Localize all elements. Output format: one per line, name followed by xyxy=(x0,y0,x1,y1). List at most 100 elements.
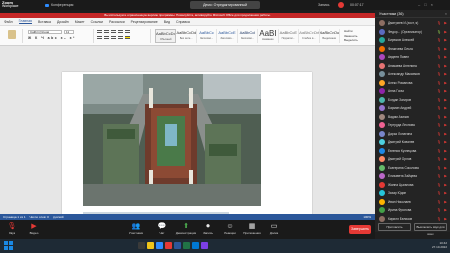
participant-row[interactable]: Вадим Азизов 🎙 ▶ xyxy=(375,113,450,122)
search-icon[interactable] xyxy=(138,242,145,249)
microphone-muted-icon[interactable]: 🎙 xyxy=(437,81,441,85)
participant-row[interactable]: Жанна Цыганова 🎙 ▶ xyxy=(375,181,450,190)
tab-view[interactable]: Вид xyxy=(164,20,170,24)
embedded-photo-aerial[interactable] xyxy=(83,74,261,206)
camera-off-icon[interactable]: ▶ xyxy=(444,174,447,178)
bullets-icon[interactable] xyxy=(97,30,102,33)
tab-help[interactable]: Справка xyxy=(176,20,190,24)
participants-button[interactable]: 👥 Участники xyxy=(124,222,148,235)
align-left-icon[interactable] xyxy=(97,36,102,39)
participant-row[interactable]: Дмитриев И.(хост, я) 🎙 ▶ xyxy=(375,19,450,28)
camera-off-icon[interactable]: ▶ xyxy=(444,132,447,136)
camera-off-icon[interactable]: ▶ xyxy=(444,38,447,42)
camera-off-icon[interactable]: ▶ xyxy=(444,166,447,170)
participant-row[interactable]: Дмитрий Ковалев 🎙 ▶ xyxy=(375,138,450,147)
align-center-icon[interactable] xyxy=(104,36,109,39)
microphone-muted-icon[interactable]: 🎙 xyxy=(437,98,441,102)
camera-off-icon[interactable]: ▶ xyxy=(444,64,447,68)
camera-off-icon[interactable]: ▶ xyxy=(444,183,447,187)
camera-off-icon[interactable]: ▶ xyxy=(444,98,447,102)
style-emphasis[interactable]: AaBbCcDd Выделение xyxy=(320,29,340,43)
microphone-muted-icon[interactable]: 🎙 xyxy=(437,64,441,68)
page-indicator[interactable]: Страница 1 из 1 xyxy=(3,215,26,219)
camera-off-icon[interactable]: ▶ xyxy=(444,200,447,204)
camera-off-icon[interactable]: ▶ xyxy=(444,217,447,221)
participant-row[interactable]: Богдан Загиров 🎙 ▶ xyxy=(375,96,450,105)
tab-review[interactable]: Рецензирование xyxy=(131,20,158,24)
numbering-icon[interactable] xyxy=(104,30,109,33)
microphone-muted-icon[interactable]: 🎙 xyxy=(437,217,441,221)
camera-off-icon[interactable]: ▶ xyxy=(444,106,447,110)
style-normal[interactable]: AaBbCcDd Обычный xyxy=(155,29,177,43)
style-subtitle[interactable]: AaBbCcE Подзагол... xyxy=(279,29,300,43)
audio-button[interactable]: 🎙 Звук xyxy=(0,222,24,235)
camera-off-icon[interactable]: ▶ xyxy=(444,149,447,153)
microphone-muted-icon[interactable]: 🎙 xyxy=(437,140,441,144)
style-subtle-emphasis[interactable]: AaBbCcDd Слабое в... xyxy=(299,29,320,43)
style-title[interactable]: AaBI Название xyxy=(258,29,279,43)
participant-row[interactable]: Елизавета Зайцева 🎙 ▶ xyxy=(375,172,450,181)
microphone-muted-icon[interactable]: 🎙 xyxy=(437,123,441,127)
microphone-muted-icon[interactable]: 🎙 xyxy=(437,38,441,42)
microphone-muted-icon[interactable]: 🎙 xyxy=(437,157,441,161)
mute-all-button[interactable]: Выключить звук для всех xyxy=(414,223,447,236)
paste-icon[interactable] xyxy=(8,30,16,39)
camera-off-icon[interactable]: ▶ xyxy=(444,191,447,195)
tab-mailings[interactable]: Рассылки xyxy=(109,20,125,24)
camera-off-icon[interactable]: ▶ xyxy=(444,123,447,127)
document-title[interactable]: Демо: Отредактированный xyxy=(190,1,260,9)
edge-icon[interactable] xyxy=(192,242,199,249)
participant-row[interactable]: Аникаева Ангелина 🎙 ▶ xyxy=(375,62,450,71)
microphone-muted-icon[interactable]: 🎙 xyxy=(437,21,441,25)
microphone-muted-icon[interactable]: 🎙 xyxy=(437,174,441,178)
whiteboard-button[interactable]: ▭ Доска xyxy=(262,222,286,235)
chrome-icon[interactable] xyxy=(165,242,172,249)
zoom-level[interactable]: 100% xyxy=(363,215,371,219)
language-indicator[interactable]: русский xyxy=(53,215,64,219)
minimize-button[interactable]: – xyxy=(418,2,420,7)
tab-layout[interactable]: Макет xyxy=(75,20,85,24)
participant-row[interactable]: Екатерина Соколова 🎙 ▶ xyxy=(375,164,450,173)
microphone-muted-icon[interactable]: 🎙 xyxy=(437,89,441,93)
participant-row[interactable]: Анна Гогаз 🎙 ▶ xyxy=(375,87,450,96)
style-heading-1[interactable]: AaBbCc Заголово... xyxy=(197,29,218,43)
sort-icon[interactable] xyxy=(125,30,130,33)
text-format-buttons[interactable]: Ж К Ч abc x₂ x² xyxy=(28,36,76,40)
camera-off-icon[interactable]: ▶ xyxy=(444,21,447,25)
microphone-muted-icon[interactable]: 🎙 xyxy=(437,200,441,204)
style-no-spacing[interactable]: AaBbCcDd Без инте... xyxy=(176,29,197,43)
tab-references[interactable]: Ссылки xyxy=(91,20,103,24)
zoom-icon[interactable] xyxy=(156,242,163,249)
style-heading-2[interactable]: AaBbCcE Заголово... xyxy=(217,29,238,43)
camera-off-icon[interactable]: ▶ xyxy=(444,47,447,51)
word-count[interactable]: Число слов: 0 xyxy=(30,215,49,219)
start-button-icon[interactable] xyxy=(4,241,13,250)
microphone-muted-icon[interactable]: 🎙 xyxy=(437,47,441,51)
camera-off-icon[interactable]: ▶ xyxy=(444,55,447,59)
close-button[interactable]: × xyxy=(431,2,433,7)
camera-off-icon[interactable]: ▶ xyxy=(444,140,447,144)
participant-row[interactable]: Дарья Лопатина 🎙 ▶ xyxy=(375,130,450,139)
participant-row[interactable]: Алекс Романова 🎙 ▶ xyxy=(375,79,450,88)
microphone-muted-icon[interactable]: 🎙 xyxy=(437,191,441,195)
camera-off-icon[interactable]: ▶ xyxy=(444,81,447,85)
microphone-muted-icon[interactable]: 🎙 xyxy=(437,208,441,212)
chat-button[interactable]: 💬 Чат xyxy=(150,222,174,235)
participant-row[interactable]: Захар Юдин 🎙 ▶ xyxy=(375,189,450,198)
invite-button[interactable]: Пригласить xyxy=(378,223,411,231)
participant-row[interactable]: Иван Николаев 🎙 ▶ xyxy=(375,198,450,207)
tab-home[interactable]: Главная xyxy=(18,19,32,24)
document-page[interactable] xyxy=(62,72,312,220)
tab-design[interactable]: Дизайн xyxy=(57,20,69,24)
camera-off-icon[interactable]: ▶ xyxy=(444,72,447,76)
microphone-muted-icon[interactable]: 🎙 xyxy=(437,132,441,136)
camera-off-icon[interactable]: ▶ xyxy=(444,89,447,93)
microphone-muted-icon[interactable]: 🎙 xyxy=(437,72,441,76)
microphone-muted-icon[interactable]: 🎙 xyxy=(437,106,441,110)
word-icon[interactable] xyxy=(174,242,181,249)
participant-row[interactable]: Ирина Фролова 🎙 ▶ xyxy=(375,206,450,215)
style-heading-3[interactable]: AaBbCcI Заголово... xyxy=(238,29,259,43)
participant-row[interactable]: Федор... (Организатор) 🎙 ▶ xyxy=(375,28,450,37)
select-button[interactable]: Выделить xyxy=(344,38,372,43)
participant-row[interactable]: Дмитрий Орлов 🎙 ▶ xyxy=(375,155,450,164)
